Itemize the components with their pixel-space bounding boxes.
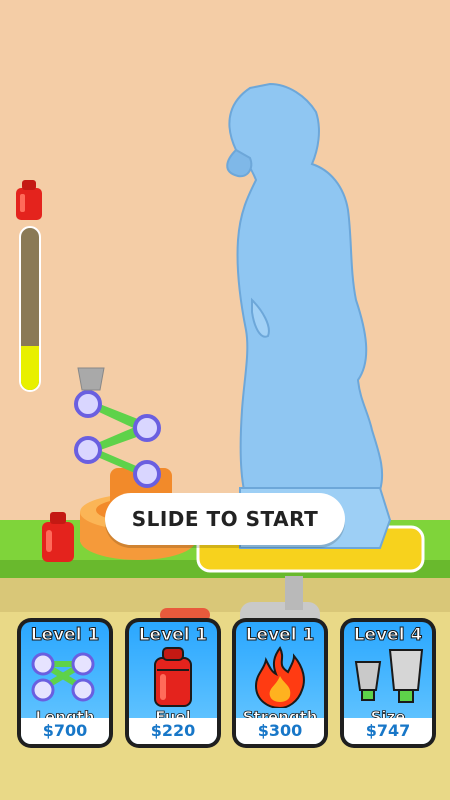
- upgrade-price: $747: [344, 718, 432, 744]
- slide-to-start-label: SLIDE TO START: [131, 507, 319, 531]
- upgrade-level: Level 1: [138, 625, 208, 646]
- upgrade-level: Level 1: [245, 625, 315, 646]
- upgrade-card-size[interactable]: Level 4 Size $747: [340, 618, 436, 748]
- upgrade-cards: Level 1 Length $700 Level 1 Fuel $220 Le…: [0, 614, 450, 754]
- upgrade-card-fuel[interactable]: Level 1 Fuel $220: [125, 618, 221, 748]
- fuel-gauge: [19, 226, 41, 392]
- slide-to-start-prompt[interactable]: SLIDE TO START: [105, 493, 345, 545]
- upgrade-price: $220: [129, 718, 217, 744]
- ice-statue: [226, 82, 392, 549]
- hose-links-icon: [31, 652, 95, 702]
- upgrade-card-length[interactable]: Level 1 Length $700: [17, 618, 113, 748]
- upgrade-level: Level 4: [353, 625, 423, 646]
- upgrade-level: Level 1: [30, 625, 100, 646]
- fuel-level-fill: [21, 346, 39, 390]
- nozzles-icon: [354, 649, 424, 703]
- upgrade-price: $700: [21, 718, 109, 744]
- upgrade-price: $300: [236, 718, 324, 744]
- fuel-canister-icon: [16, 180, 42, 220]
- flame-icon: [254, 646, 305, 708]
- upgrade-card-strength[interactable]: Level 1 Strength $300: [232, 618, 328, 748]
- game-scene[interactable]: SLIDE TO START Level 1 Length $700 Level…: [0, 0, 450, 800]
- fuel-canister-icon: [154, 647, 192, 707]
